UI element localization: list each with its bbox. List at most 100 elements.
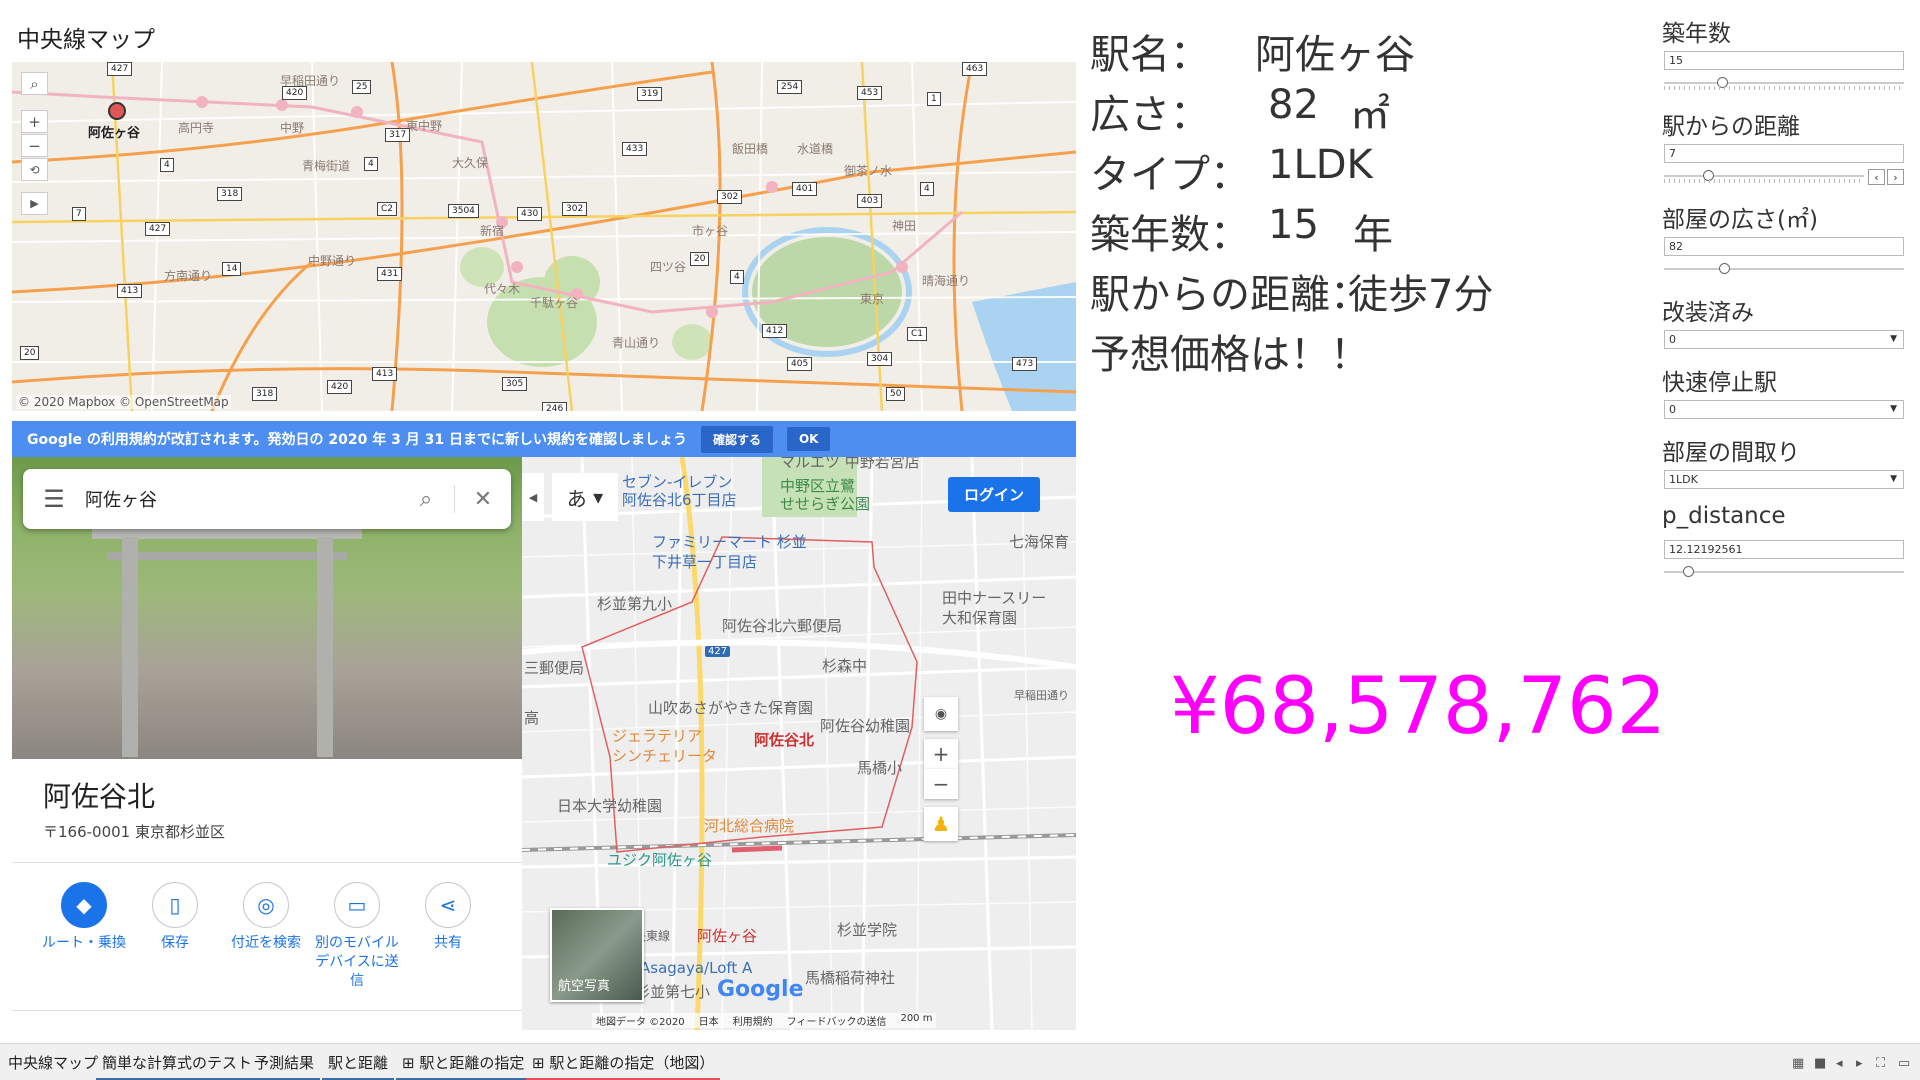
route-shield: 254 bbox=[777, 80, 803, 94]
map-poi-label: 山吹あさがやきた保育園 bbox=[648, 699, 814, 717]
param-input[interactable]: 15 bbox=[1664, 51, 1904, 70]
google-map[interactable]: ◀ あ ▾ ログイン マルエツ 中野若宮店 セブン-イレブン 阿佐谷北6丁目店 … bbox=[522, 457, 1076, 1030]
google-logo: Google bbox=[717, 977, 804, 1002]
google-search-box[interactable]: ☰ 阿佐ヶ谷 ⌕ ✕ bbox=[23, 469, 511, 529]
login-button[interactable]: ログイン bbox=[947, 477, 1040, 512]
step-prev-icon[interactable]: ‹ bbox=[1868, 169, 1885, 185]
collapse-panel-icon[interactable]: ◀ bbox=[522, 473, 544, 521]
reset-icon[interactable]: ⟲ bbox=[21, 158, 48, 181]
share-icon: ⋖ bbox=[425, 882, 471, 928]
map-search-icon[interactable]: ⌕ bbox=[21, 72, 48, 95]
search-icon[interactable]: ⌕ bbox=[398, 487, 454, 512]
street-view-icon[interactable]: ♟ bbox=[924, 807, 958, 841]
place-label: 中野 bbox=[280, 121, 305, 135]
map-poi-label: 馬橋小 bbox=[857, 759, 903, 777]
zoom-in-icon[interactable]: + bbox=[924, 739, 958, 769]
fullscreen-icon[interactable]: ⛶ bbox=[1876, 1056, 1885, 1071]
banner-ok-button[interactable]: OK bbox=[786, 427, 831, 451]
tab-station-distance-spec[interactable]: ⊞ 駅と距離の指定 bbox=[396, 1052, 531, 1080]
tab-station-distance[interactable]: 駅と距離 bbox=[322, 1052, 395, 1080]
tab-formula-test[interactable]: 簡単な計算式のテスト bbox=[96, 1052, 259, 1080]
route-shield: 433 bbox=[622, 142, 648, 156]
route-shield: 317 bbox=[385, 128, 411, 142]
prev-sheet-icon[interactable]: ◂ bbox=[1836, 1056, 1843, 1071]
route-shield: 20 bbox=[690, 252, 710, 266]
route-badge: 427 bbox=[705, 646, 731, 657]
route-shield: 431 bbox=[377, 267, 403, 281]
banner-confirm-button[interactable]: 確認する bbox=[700, 425, 773, 453]
param-slider[interactable] bbox=[1664, 77, 1904, 88]
place-label: 代々木 bbox=[484, 282, 521, 296]
divider bbox=[12, 1010, 522, 1011]
route-shield: 7 bbox=[72, 207, 86, 221]
send-to-device-button[interactable]: ▭ 別のモバイル デバイスに送信 bbox=[312, 882, 402, 991]
tab-prediction[interactable]: 予測結果 bbox=[248, 1052, 321, 1080]
param-slider[interactable] bbox=[1664, 263, 1904, 274]
route-shield: 401 bbox=[792, 182, 818, 196]
scale-label: 200 m bbox=[900, 1013, 933, 1024]
place-label: 青山通り bbox=[612, 336, 661, 350]
param-station-distance: 駅からの距離 7 ‹ › bbox=[1662, 107, 1906, 185]
directions-button[interactable]: ◆ ルート・乗換 bbox=[39, 882, 129, 953]
place-title: 阿佐谷北 bbox=[43, 780, 156, 813]
save-button[interactable]: ▯ 保存 bbox=[130, 882, 220, 953]
footer-item[interactable]: フィードバックの送信 bbox=[787, 1013, 887, 1028]
chevron-down-icon: ▼ bbox=[1890, 404, 1897, 414]
route-shield: 427 bbox=[145, 222, 171, 236]
step-next-icon[interactable]: › bbox=[1887, 169, 1904, 185]
footer-item[interactable]: 利用規約 bbox=[733, 1013, 773, 1028]
route-shield: 25 bbox=[352, 80, 372, 94]
tab-station-distance-map[interactable]: ⊞ 駅と距離の指定（地図） bbox=[526, 1052, 721, 1080]
aerial-view-toggle[interactable]: 航空写真 bbox=[550, 908, 644, 1002]
route-shield: 4 bbox=[730, 270, 744, 284]
map-poi-label: 下井草一丁目店 bbox=[652, 553, 758, 571]
action-label: 別のモバイル デバイスに送信 bbox=[315, 935, 399, 989]
grid-view-icon[interactable]: ▦ bbox=[1792, 1056, 1804, 1071]
aerial-label: 航空写真 bbox=[558, 979, 611, 994]
nearby-button[interactable]: ◎ 付近を検索 bbox=[221, 882, 311, 953]
param-input[interactable]: 82 bbox=[1664, 237, 1904, 256]
slider-thumb[interactable] bbox=[1683, 566, 1694, 577]
play-icon[interactable]: ▶ bbox=[21, 192, 48, 215]
place-address: 〒166-0001 東京都杉並区 bbox=[43, 823, 225, 841]
search-input[interactable]: 阿佐ヶ谷 bbox=[85, 486, 398, 512]
close-icon[interactable]: ✕ bbox=[455, 487, 511, 512]
divider bbox=[12, 862, 522, 863]
param-select[interactable]: 0 ▼ bbox=[1664, 400, 1904, 419]
info-value: 82 bbox=[1268, 82, 1319, 128]
ime-toggle[interactable]: あ ▾ bbox=[552, 473, 618, 521]
tab-chuo-map[interactable]: 中央線マップ bbox=[2, 1052, 104, 1080]
place-photo[interactable]: ☰ 阿佐ヶ谷 ⌕ ✕ bbox=[12, 457, 522, 759]
my-location-icon[interactable]: ◉ bbox=[924, 697, 958, 731]
map-poi-label: シンチェリータ bbox=[612, 747, 718, 765]
param-slider[interactable] bbox=[1664, 566, 1904, 577]
param-room-area: 部屋の広さ(㎡) 82 bbox=[1662, 200, 1906, 274]
param-slider[interactable] bbox=[1664, 170, 1864, 181]
map-footer: 地図データ ©2020 日本 利用規約 フィードバックの送信 200 m bbox=[592, 1013, 937, 1028]
route-shield: 1 bbox=[927, 92, 941, 106]
param-select[interactable]: 0 ▼ bbox=[1664, 330, 1904, 349]
route-shield: C1 bbox=[907, 327, 928, 341]
slider-thumb[interactable] bbox=[1719, 263, 1730, 274]
share-button[interactable]: ⋖ 共有 bbox=[403, 882, 493, 953]
place-label: 高円寺 bbox=[178, 121, 215, 135]
param-select[interactable]: 1LDK ▼ bbox=[1664, 470, 1904, 489]
param-input[interactable]: 7 bbox=[1664, 144, 1904, 163]
param-input[interactable]: 12.12192561 bbox=[1664, 540, 1904, 559]
menu-icon[interactable]: ☰ bbox=[23, 485, 85, 513]
map-poi-label: 杉並第七小 bbox=[635, 983, 711, 1001]
footer-item[interactable]: 日本 bbox=[699, 1013, 719, 1028]
next-sheet-icon[interactable]: ▸ bbox=[1856, 1056, 1863, 1071]
chuo-line-map[interactable]: 阿佐ヶ谷 高円寺 中野 東中野 大久保 新宿 代々木 千駄ヶ谷 四ツ谷 市ヶ谷 … bbox=[12, 62, 1076, 411]
param-label: 築年数 bbox=[1662, 21, 1731, 47]
presentation-icon[interactable]: ▭ bbox=[1898, 1056, 1910, 1071]
zoom-out-icon[interactable]: − bbox=[924, 769, 958, 799]
station-marker-asagaya[interactable] bbox=[108, 102, 126, 120]
sheet-view-icon[interactable]: ■ bbox=[1814, 1056, 1826, 1071]
zoom-in-icon[interactable]: + bbox=[21, 110, 48, 133]
info-value: 阿佐ヶ谷 bbox=[1255, 32, 1415, 78]
info-key: 築年数： bbox=[1090, 212, 1250, 258]
route-shield: 4 bbox=[160, 158, 174, 172]
param-stepper: ‹ › bbox=[1868, 169, 1904, 185]
zoom-out-icon[interactable]: − bbox=[21, 134, 48, 157]
